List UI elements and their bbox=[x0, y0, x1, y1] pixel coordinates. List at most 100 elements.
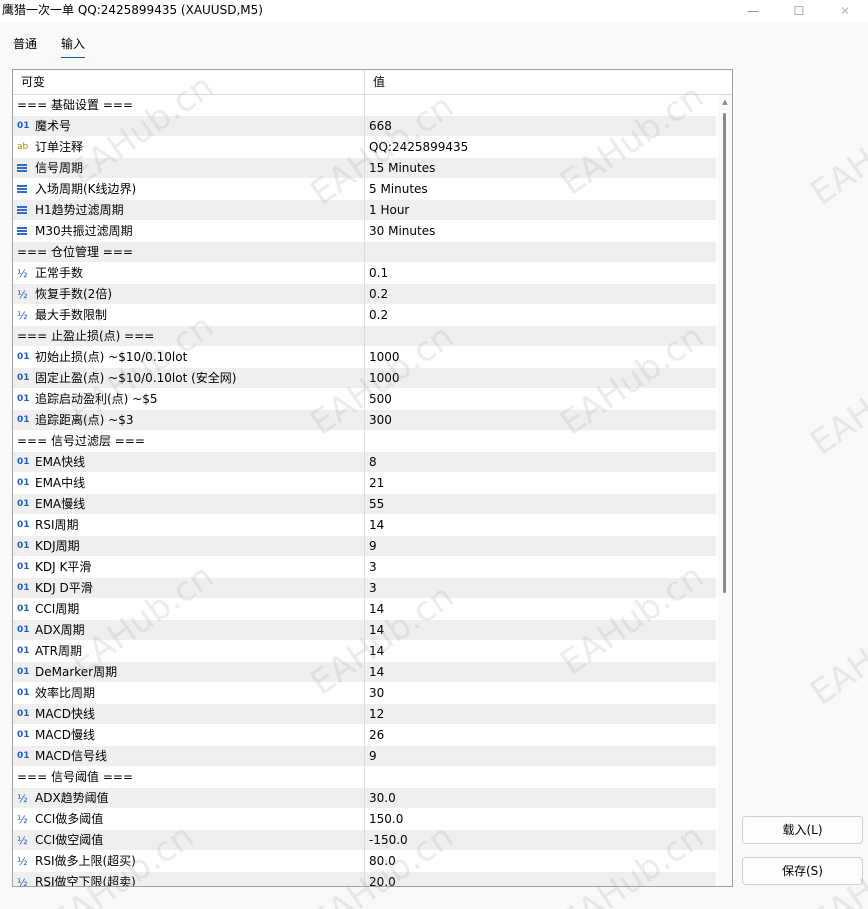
value-cell[interactable]: 14 bbox=[364, 599, 716, 620]
variable-cell: 01 MACD信号线 bbox=[13, 746, 364, 767]
grid-row[interactable]: ½ CCI做多阈值 150.0 bbox=[13, 809, 716, 830]
value-cell[interactable]: 14 bbox=[364, 662, 716, 683]
integer-type-icon: 01 bbox=[17, 562, 30, 572]
value-cell[interactable]: 30.0 bbox=[364, 788, 716, 809]
value-cell[interactable]: 12 bbox=[364, 704, 716, 725]
grid-row[interactable]: 01 效率比周期 30 bbox=[13, 683, 716, 704]
integer-type-icon: 01 bbox=[17, 457, 30, 467]
value-cell[interactable]: 20.0 bbox=[364, 872, 716, 886]
variable-cell: 01 追踪距离(点) ~$3 bbox=[13, 410, 364, 431]
enum-list-icon bbox=[17, 221, 33, 242]
parameters-grid: 可变 值 === 基础设置 === 01 魔术号 668 ab 订单注释 QQ:242589… bbox=[12, 69, 733, 887]
value-cell[interactable]: 500 bbox=[364, 389, 716, 410]
value-cell[interactable]: QQ:2425899435 bbox=[364, 137, 716, 158]
variable-name: CCI做多阈值 bbox=[35, 812, 104, 826]
grid-row[interactable]: 01 魔术号 668 bbox=[13, 116, 716, 137]
tab-common[interactable]: 普通 bbox=[13, 35, 37, 57]
value-cell[interactable]: 26 bbox=[364, 725, 716, 746]
variable-name: 固定止盈(点) ~$10/0.10lot (安全网) bbox=[35, 371, 237, 385]
grid-section-row[interactable]: === 仓位管理 === bbox=[13, 242, 716, 263]
grid-section-row[interactable]: === 基础设置 === bbox=[13, 95, 716, 116]
value-cell[interactable]: 668 bbox=[364, 116, 716, 137]
variable-cell: === 信号阈值 === bbox=[13, 767, 364, 788]
grid-section-row[interactable]: === 信号阈值 === bbox=[13, 767, 716, 788]
grid-row[interactable]: 01 EMA快线 8 bbox=[13, 452, 716, 473]
grid-row[interactable]: 01 MACD信号线 9 bbox=[13, 746, 716, 767]
integer-type-icon: 01 bbox=[17, 751, 30, 761]
variable-name: 正常手数 bbox=[35, 266, 84, 280]
value-cell[interactable]: 55 bbox=[364, 494, 716, 515]
value-cell[interactable]: -150.0 bbox=[364, 830, 716, 851]
grid-row[interactable]: 01 追踪距离(点) ~$3 300 bbox=[13, 410, 716, 431]
column-header-variable[interactable]: 可变 bbox=[13, 70, 364, 95]
grid-row[interactable]: H1趋势过滤周期 1 Hour bbox=[13, 200, 716, 221]
scroll-up-arrow-icon[interactable]: ▲ bbox=[718, 95, 732, 109]
grid-row[interactable]: 01 KDJ周期 9 bbox=[13, 536, 716, 557]
grid-row[interactable]: 01 ADX周期 14 bbox=[13, 620, 716, 641]
tab-inputs[interactable]: 输入 bbox=[61, 35, 86, 59]
maximize-button[interactable]: ☐ bbox=[776, 0, 822, 22]
value-cell[interactable]: 0.2 bbox=[364, 284, 716, 305]
grid-row[interactable]: 01 EMA中线 21 bbox=[13, 473, 716, 494]
value-cell[interactable]: 14 bbox=[364, 515, 716, 536]
grid-section-row[interactable]: === 信号过滤层 === bbox=[13, 431, 716, 452]
grid-row[interactable]: 01 MACD快线 12 bbox=[13, 704, 716, 725]
grid-row[interactable]: ½ CCI做空阈值 -150.0 bbox=[13, 830, 716, 851]
grid-row[interactable]: ½ RSI做多上限(超买) 80.0 bbox=[13, 851, 716, 872]
grid-row[interactable]: 01 ATR周期 14 bbox=[13, 641, 716, 662]
grid-row[interactable]: 01 初始止损(点) ~$10/0.10lot 1000 bbox=[13, 347, 716, 368]
enum-list-icon bbox=[17, 158, 33, 179]
value-cell[interactable]: 21 bbox=[364, 473, 716, 494]
variable-name: ATR周期 bbox=[35, 644, 82, 658]
value-cell[interactable]: 150.0 bbox=[364, 809, 716, 830]
value-cell[interactable]: 0.1 bbox=[364, 263, 716, 284]
grid-row[interactable]: 01 EMA慢线 55 bbox=[13, 494, 716, 515]
value-cell bbox=[364, 242, 716, 263]
value-cell[interactable]: 15 Minutes bbox=[364, 158, 716, 179]
variable-cell: 信号周期 bbox=[13, 158, 364, 179]
grid-row[interactable]: 01 CCI周期 14 bbox=[13, 599, 716, 620]
grid-row[interactable]: 入场周期(K线边界) 5 Minutes bbox=[13, 179, 716, 200]
grid-row[interactable]: 01 追踪启动盈利(点) ~$5 500 bbox=[13, 389, 716, 410]
value-cell[interactable]: 0.2 bbox=[364, 305, 716, 326]
column-header-value[interactable]: 值 bbox=[364, 70, 732, 95]
grid-row[interactable]: ½ RSI做空下限(超卖) 20.0 bbox=[13, 872, 716, 886]
value-cell[interactable]: 5 Minutes bbox=[364, 179, 716, 200]
value-cell[interactable]: 80.0 bbox=[364, 851, 716, 872]
vertical-scrollbar[interactable]: ▲ bbox=[718, 95, 732, 886]
grid-row[interactable]: ab 订单注释 QQ:2425899435 bbox=[13, 137, 716, 158]
value-cell[interactable]: 8 bbox=[364, 452, 716, 473]
value-cell[interactable]: 3 bbox=[364, 578, 716, 599]
value-cell[interactable]: 30 bbox=[364, 683, 716, 704]
value-cell[interactable]: 3 bbox=[364, 557, 716, 578]
value-cell[interactable]: 14 bbox=[364, 620, 716, 641]
grid-row[interactable]: ½ 正常手数 0.1 bbox=[13, 263, 716, 284]
value-cell[interactable]: 9 bbox=[364, 746, 716, 767]
grid-row[interactable]: 01 KDJ D平滑 3 bbox=[13, 578, 716, 599]
value-cell[interactable]: 1000 bbox=[364, 368, 716, 389]
grid-row[interactable]: M30共振过滤周期 30 Minutes bbox=[13, 221, 716, 242]
value-cell[interactable]: 1000 bbox=[364, 347, 716, 368]
grid-row[interactable]: ½ ADX趋势阈值 30.0 bbox=[13, 788, 716, 809]
grid-row[interactable]: 01 DeMarker周期 14 bbox=[13, 662, 716, 683]
value-cell[interactable]: 30 Minutes bbox=[364, 221, 716, 242]
integer-type-icon: 01 bbox=[17, 520, 30, 530]
grid-row[interactable]: ½ 最大手数限制 0.2 bbox=[13, 305, 716, 326]
scroll-thumb[interactable] bbox=[723, 113, 726, 593]
grid-section-row[interactable]: === 止盈止损(点) === bbox=[13, 326, 716, 347]
value-cell[interactable]: 9 bbox=[364, 536, 716, 557]
grid-row[interactable]: 01 固定止盈(点) ~$10/0.10lot (安全网) 1000 bbox=[13, 368, 716, 389]
grid-row[interactable]: 01 MACD慢线 26 bbox=[13, 725, 716, 746]
grid-row[interactable]: 信号周期 15 Minutes bbox=[13, 158, 716, 179]
grid-row[interactable]: ½ 恢复手数(2倍) 0.2 bbox=[13, 284, 716, 305]
value-cell[interactable]: 300 bbox=[364, 410, 716, 431]
variable-name: 恢复手数(2倍) bbox=[35, 287, 112, 301]
close-button[interactable]: ✕ bbox=[822, 0, 868, 22]
value-cell[interactable]: 14 bbox=[364, 641, 716, 662]
grid-row[interactable]: 01 KDJ K平滑 3 bbox=[13, 557, 716, 578]
minimize-button[interactable]: — bbox=[730, 0, 776, 22]
grid-row[interactable]: 01 RSI周期 14 bbox=[13, 515, 716, 536]
load-button[interactable]: 载入(L) bbox=[742, 816, 863, 844]
save-button[interactable]: 保存(S) bbox=[742, 857, 863, 885]
value-cell[interactable]: 1 Hour bbox=[364, 200, 716, 221]
